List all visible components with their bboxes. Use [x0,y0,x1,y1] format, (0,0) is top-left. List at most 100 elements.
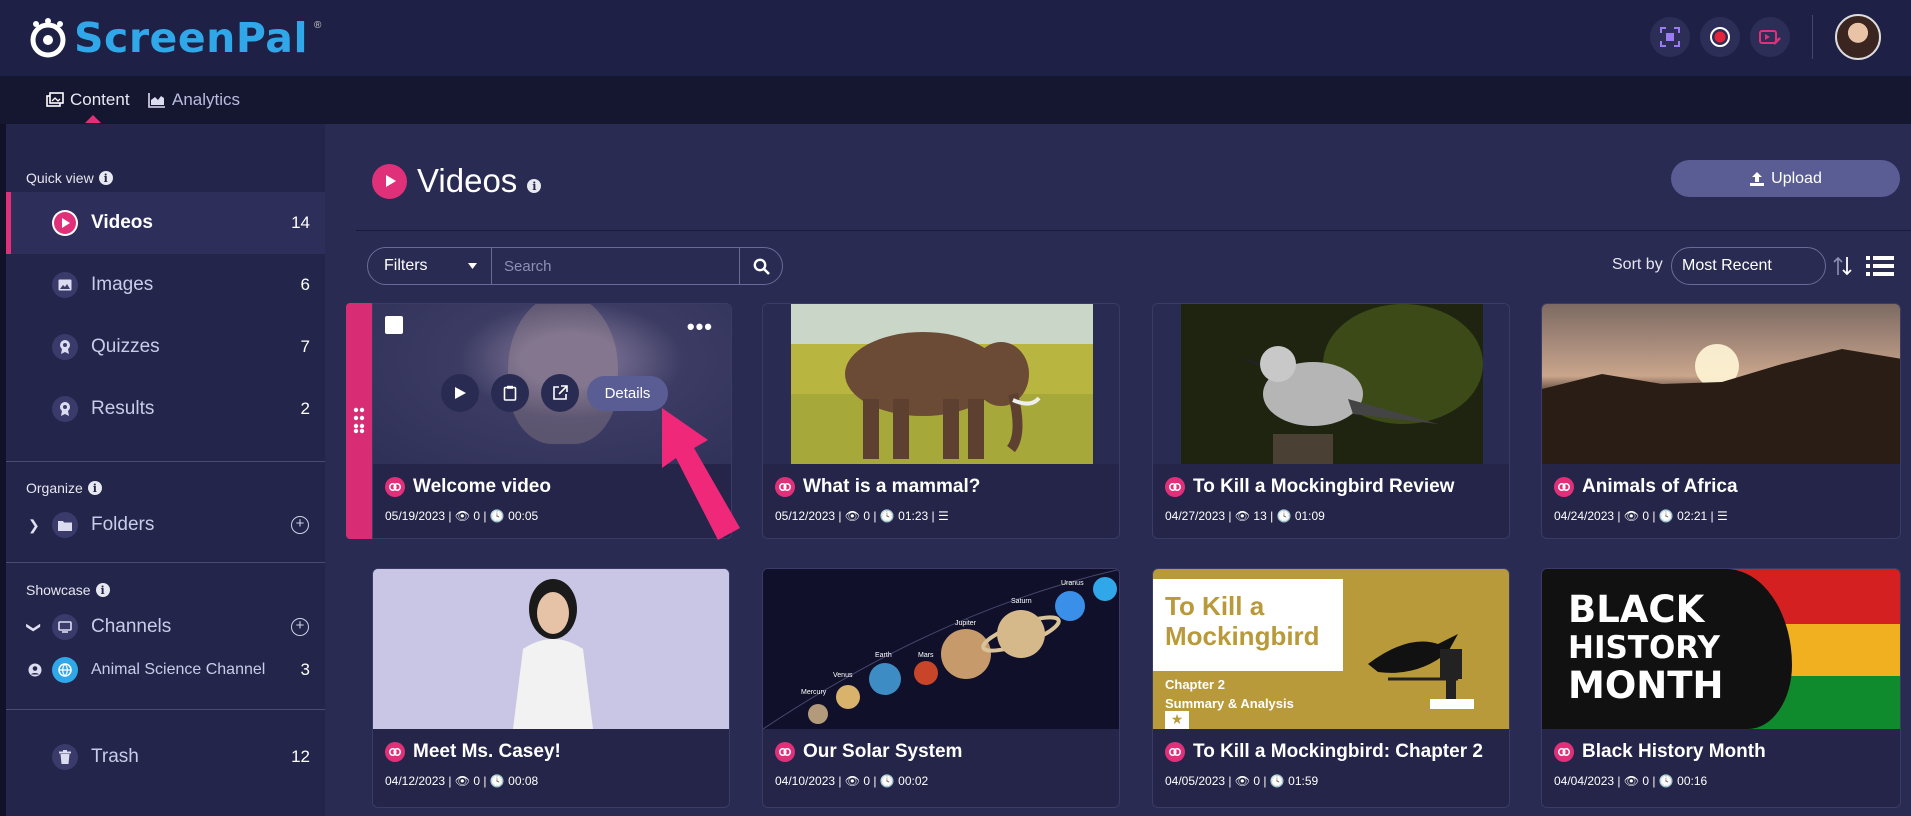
video-card-black-history[interactable]: BLACK HISTORY MONTH Black History Month … [1541,568,1901,808]
chevron-right-icon[interactable]: ❯ [28,517,40,534]
top-bar: ScreenPal ® [0,0,1911,76]
tab-content-label: Content [70,90,130,109]
search-icon [753,258,770,275]
drag-handle[interactable] [346,303,372,539]
planet-label: Earth [875,652,892,659]
video-thumbnail [1542,304,1900,464]
link-icon [775,742,795,762]
select-checkbox[interactable] [385,316,403,334]
screenpal-logo[interactable]: ScreenPal ® [28,14,321,62]
chevron-down-icon[interactable]: ❯ [25,621,42,633]
sidebar-item-animal-science-channel[interactable]: Animal Science Channel 3 [6,640,325,700]
upload-button[interactable]: Upload [1671,160,1900,197]
brand-name: ScreenPal [74,14,309,62]
sidebar-item-videos[interactable]: Videos 14 [6,192,325,254]
video-card-animals-africa[interactable]: Animals of Africa 04/24/2023 | 👁 0 | 🕓 0… [1541,303,1901,539]
video-meta: 05/12/2023 | 👁 0 | 🕓 01:23 | ☰ [775,509,949,523]
sidebar-item-images[interactable]: Images 6 [6,254,325,316]
sidebar-item-trash[interactable]: Trash 12 [6,726,325,788]
video-title-text: What is a mammal? [803,476,981,497]
sidebar-item-count: 7 [300,337,310,356]
external-link-icon [553,385,568,400]
link-icon [1554,742,1574,762]
drag-grip-icon [353,407,365,434]
video-meta: 04/10/2023 | 👁 0 | 🕓 00:02 [775,774,929,788]
video-card-meet-casey[interactable]: Meet Ms. Casey! 04/12/2023 | 👁 0 | 🕓 00:… [372,568,730,808]
add-folder-button[interactable]: + [291,516,309,534]
planet-label: Saturn [1011,598,1032,605]
search-input[interactable]: Search [492,248,740,284]
video-card-mockingbird-ch2[interactable]: To Kill a Mockingbird Chapter 2 Summary … [1152,568,1510,808]
info-icon[interactable]: i [87,481,102,495]
video-meta: 04/27/2023 | 👁 13 | 🕓 01:09 [1165,509,1325,523]
quiz-icon [52,334,78,360]
video-meta: 04/24/2023 | 👁 0 | 🕓 02:21 | ☰ [1554,509,1728,523]
planet-label: Mercury [801,689,827,696]
sort-value: Most Recent [1682,257,1772,274]
more-options-icon[interactable]: ••• [687,314,713,340]
video-thumbnail [1153,304,1509,464]
video-card-solar-system[interactable]: Mercury Venus Earth Mars Jupiter Saturn … [762,568,1120,808]
record-button[interactable] [1700,17,1740,57]
tab-bar: Content Analytics [0,76,1911,124]
tab-analytics[interactable]: Analytics [148,90,240,110]
channel-globe-icon [52,657,78,683]
sidebar-item-label: Results [91,398,155,419]
link-icon [385,477,405,497]
info-icon[interactable]: i [98,171,113,185]
copy-button[interactable] [491,374,529,412]
content-icon [46,92,64,107]
filter-search-bar: Filters Search [367,247,783,285]
clipboard-icon [503,385,517,401]
video-title: What is a mammal? [775,476,980,498]
channel-label: Animal Science Channel [91,661,266,678]
link-icon [1165,477,1185,497]
sidebar-item-results[interactable]: Results 2 [6,378,325,440]
share-button[interactable] [541,374,579,412]
video-card-mammal[interactable]: What is a mammal? 05/12/2023 | 👁 0 | 🕓 0… [762,303,1120,539]
sidebar-item-count: 2 [300,399,310,418]
filters-dropdown[interactable]: Filters [368,248,492,284]
sidebar-item-label: Trash [91,746,139,767]
video-title: Welcome video [385,476,551,498]
play-button[interactable] [441,374,479,412]
quick-view-label: Quick view [26,170,94,186]
channel-count: 3 [300,660,310,679]
video-meta: 04/05/2023 | 👁 0 | 🕓 01:59 [1165,774,1319,788]
upload-label: Upload [1771,169,1822,187]
add-channel-button[interactable]: + [291,618,309,636]
info-icon[interactable]: i [95,583,110,597]
video-card-mockingbird-review[interactable]: To Kill a Mockingbird Review 04/27/2023 … [1152,303,1510,539]
search-placeholder: Search [504,257,552,275]
video-meta: 05/19/2023 | 👁 0 | 🕓 00:05 [385,509,539,523]
sidebar-item-count: 14 [291,213,310,232]
play-icon [52,210,78,236]
sort-select[interactable]: Most Recent [1671,247,1826,285]
video-meta: 04/12/2023 | 👁 0 | 🕓 00:08 [385,774,539,788]
info-icon[interactable]: i [527,179,542,193]
sidebar: Quick view i Videos 14 Images 6 Quizzes … [6,124,325,816]
channel-icon [52,614,78,640]
sidebar-item-folders[interactable]: ❯ Folders + [6,494,325,556]
thumb-title-line1: To Kill a [1165,591,1265,621]
video-editor-icon [1759,30,1781,45]
page-title: Videos i [372,162,542,200]
logo-icon [30,18,66,58]
link-icon [1165,742,1185,762]
page-title-text: Videos [417,162,518,199]
sort-direction-icon[interactable] [1832,255,1854,277]
video-title: To Kill a Mockingbird Review [1165,476,1454,498]
search-button[interactable] [740,248,782,284]
video-title-text: Welcome video [413,476,551,497]
play-icon [455,387,466,399]
sidebar-item-quizzes[interactable]: Quizzes 7 [6,316,325,378]
star-icon: ★ [1165,711,1189,729]
video-title-text: Black History Month [1582,741,1766,762]
list-view-icon[interactable] [1866,255,1894,277]
quick-view-title: Quick view i [26,170,113,186]
user-avatar[interactable] [1835,14,1881,60]
screenshot-icon [1660,27,1680,47]
tab-content[interactable]: Content [46,90,130,110]
video-editor-button[interactable] [1750,17,1790,57]
screenshot-button[interactable] [1650,17,1690,57]
